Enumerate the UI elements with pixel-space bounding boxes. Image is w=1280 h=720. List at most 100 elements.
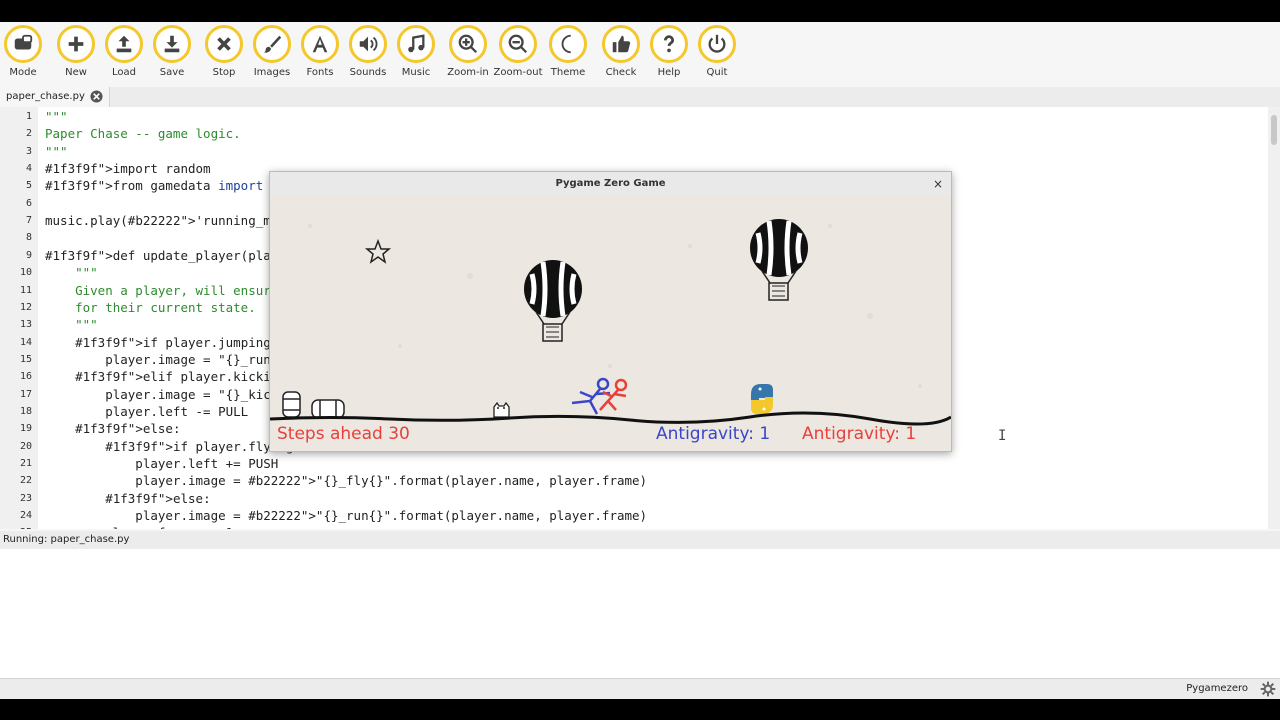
zoom-out-button[interactable]: Zoom-out [492,25,544,78]
images-button[interactable]: Images [246,25,298,78]
tab-label: paper_chase.py [6,91,85,102]
balloon-sprite-right [750,219,808,301]
moon-icon [561,34,571,54]
mode-icon [14,34,33,50]
question-icon [663,35,675,53]
code-line[interactable]: #1f3f9f">from gamedata import * [45,178,278,193]
tab-paper-chase[interactable]: paper_chase.py [0,87,110,107]
help-button[interactable]: Help [643,25,695,78]
status-bar: Pygamezero [0,678,1280,699]
code-line[interactable]: player.image = #b22222">"{}_run{}".forma… [45,508,647,523]
scrollbar-thumb[interactable] [1271,115,1277,145]
line-number: 14 [19,336,32,348]
line-number: 8 [25,232,32,244]
code-line[interactable]: player.image = #b22222">"{}_fly{}".forma… [45,473,647,488]
line-number: 15 [19,353,32,365]
new-label: New [65,67,87,78]
code-line[interactable]: for their current state. [45,300,256,315]
stop-icon [217,37,231,51]
thumbs-up-icon [612,35,631,53]
code-line[interactable]: Paper Chase -- game logic. [45,126,241,141]
music-label: Music [401,67,431,78]
game-window-title: Pygame Zero Game [270,172,951,197]
antigravity-blue-label: Antigravity: 1 [656,424,771,444]
line-number: 7 [25,215,32,227]
barrel-sprites [282,391,345,419]
music-button[interactable]: Music [390,25,442,78]
code-line[interactable]: player.left -= PULL [45,404,248,419]
code-line[interactable]: #1f3f9f">import random [45,161,211,176]
music-note-icon [408,34,425,53]
check-button[interactable]: Check [595,25,647,78]
code-line[interactable]: """ [45,265,98,280]
load-label: Load [112,67,136,78]
line-number: 3 [25,145,32,157]
mode-label: Mode [9,67,37,78]
antigravity-red-label: Antigravity: 1 [802,424,917,444]
gear-icon[interactable] [1260,681,1276,697]
zoom-in-label: Zoom-in [447,67,489,78]
code-line[interactable]: player.image = "{}_kic [45,387,271,402]
speaker-icon [359,36,378,52]
code-line[interactable]: Given a player, will ensur [45,283,271,298]
tab-bar: paper_chase.py [0,87,1280,108]
balloon-sprite-left [524,260,582,342]
code-line[interactable]: player.frame += 1 [45,525,233,529]
line-number: 22 [19,475,32,487]
close-tab-icon[interactable] [90,90,103,103]
line-number: 13 [19,319,32,331]
line-number: 11 [19,284,32,296]
line-number: 21 [19,458,32,469]
code-line[interactable]: """ [45,109,68,124]
line-number: 2 [25,128,32,140]
code-line[interactable]: #1f3f9f">elif player.kicking: [45,369,293,384]
code-line[interactable]: """ [45,317,98,332]
images-label: Images [253,67,291,78]
mode-indicator[interactable]: Pygamezero [1186,683,1248,694]
pygame-window[interactable]: Pygame Zero Game × Steps ahead 30 Antigr… [269,171,952,452]
save-button[interactable]: Save [146,25,198,78]
check-label: Check [605,67,637,78]
game-close-button[interactable]: × [931,177,945,191]
code-line[interactable]: player.image = "{}_run [45,352,271,367]
new-button[interactable]: New [50,25,102,78]
line-number: 10 [19,267,32,279]
toolbar: Mode New Load Save Stop Images Fonts Sou… [0,22,1280,89]
code-line[interactable]: """ [45,144,68,159]
code-line[interactable]: #1f3f9f">if player.flying: [45,439,301,454]
code-line[interactable]: player.left += PUSH [45,456,278,471]
plus-icon [68,36,84,52]
code-line[interactable]: #1f3f9f">else: [45,421,180,436]
save-label: Save [159,67,185,78]
line-number: 1 [25,111,32,122]
upload-icon [116,35,132,53]
fonts-label: Fonts [306,67,334,78]
fonts-button[interactable]: Fonts [294,25,346,78]
line-number: 6 [25,197,32,209]
code-line[interactable]: #1f3f9f">if player.jumping: [45,335,278,350]
theme-button[interactable]: Theme [542,25,594,78]
ground-line [270,411,951,426]
sounds-button[interactable]: Sounds [342,25,394,78]
line-number: 18 [19,405,32,417]
sounds-label: Sounds [349,67,387,78]
quit-label: Quit [706,67,728,78]
load-button[interactable]: Load [98,25,150,78]
brush-icon [263,35,282,53]
line-number-gutter: 1234567891011121314151617181920212223242… [0,107,38,529]
game-canvas[interactable]: Steps ahead 30 Antigravity: 1 Antigravit… [270,196,951,451]
quit-button[interactable]: Quit [691,25,743,78]
run-output-pane[interactable] [0,549,1280,679]
zoom-in-button[interactable]: Zoom-in [442,25,494,78]
steps-ahead-label: Steps ahead 30 [277,424,410,444]
line-number: 17 [19,388,32,400]
text-cursor-icon: I [998,428,1007,444]
editor-scrollbar[interactable] [1268,107,1280,529]
stop-button[interactable]: Stop [198,25,250,78]
line-number: 20 [19,440,32,452]
line-number: 9 [25,249,32,261]
player-sprites [571,377,628,415]
code-line[interactable]: #1f3f9f">else: [45,491,210,506]
line-number: 4 [25,163,32,175]
mode-button[interactable]: Mode [0,25,49,78]
